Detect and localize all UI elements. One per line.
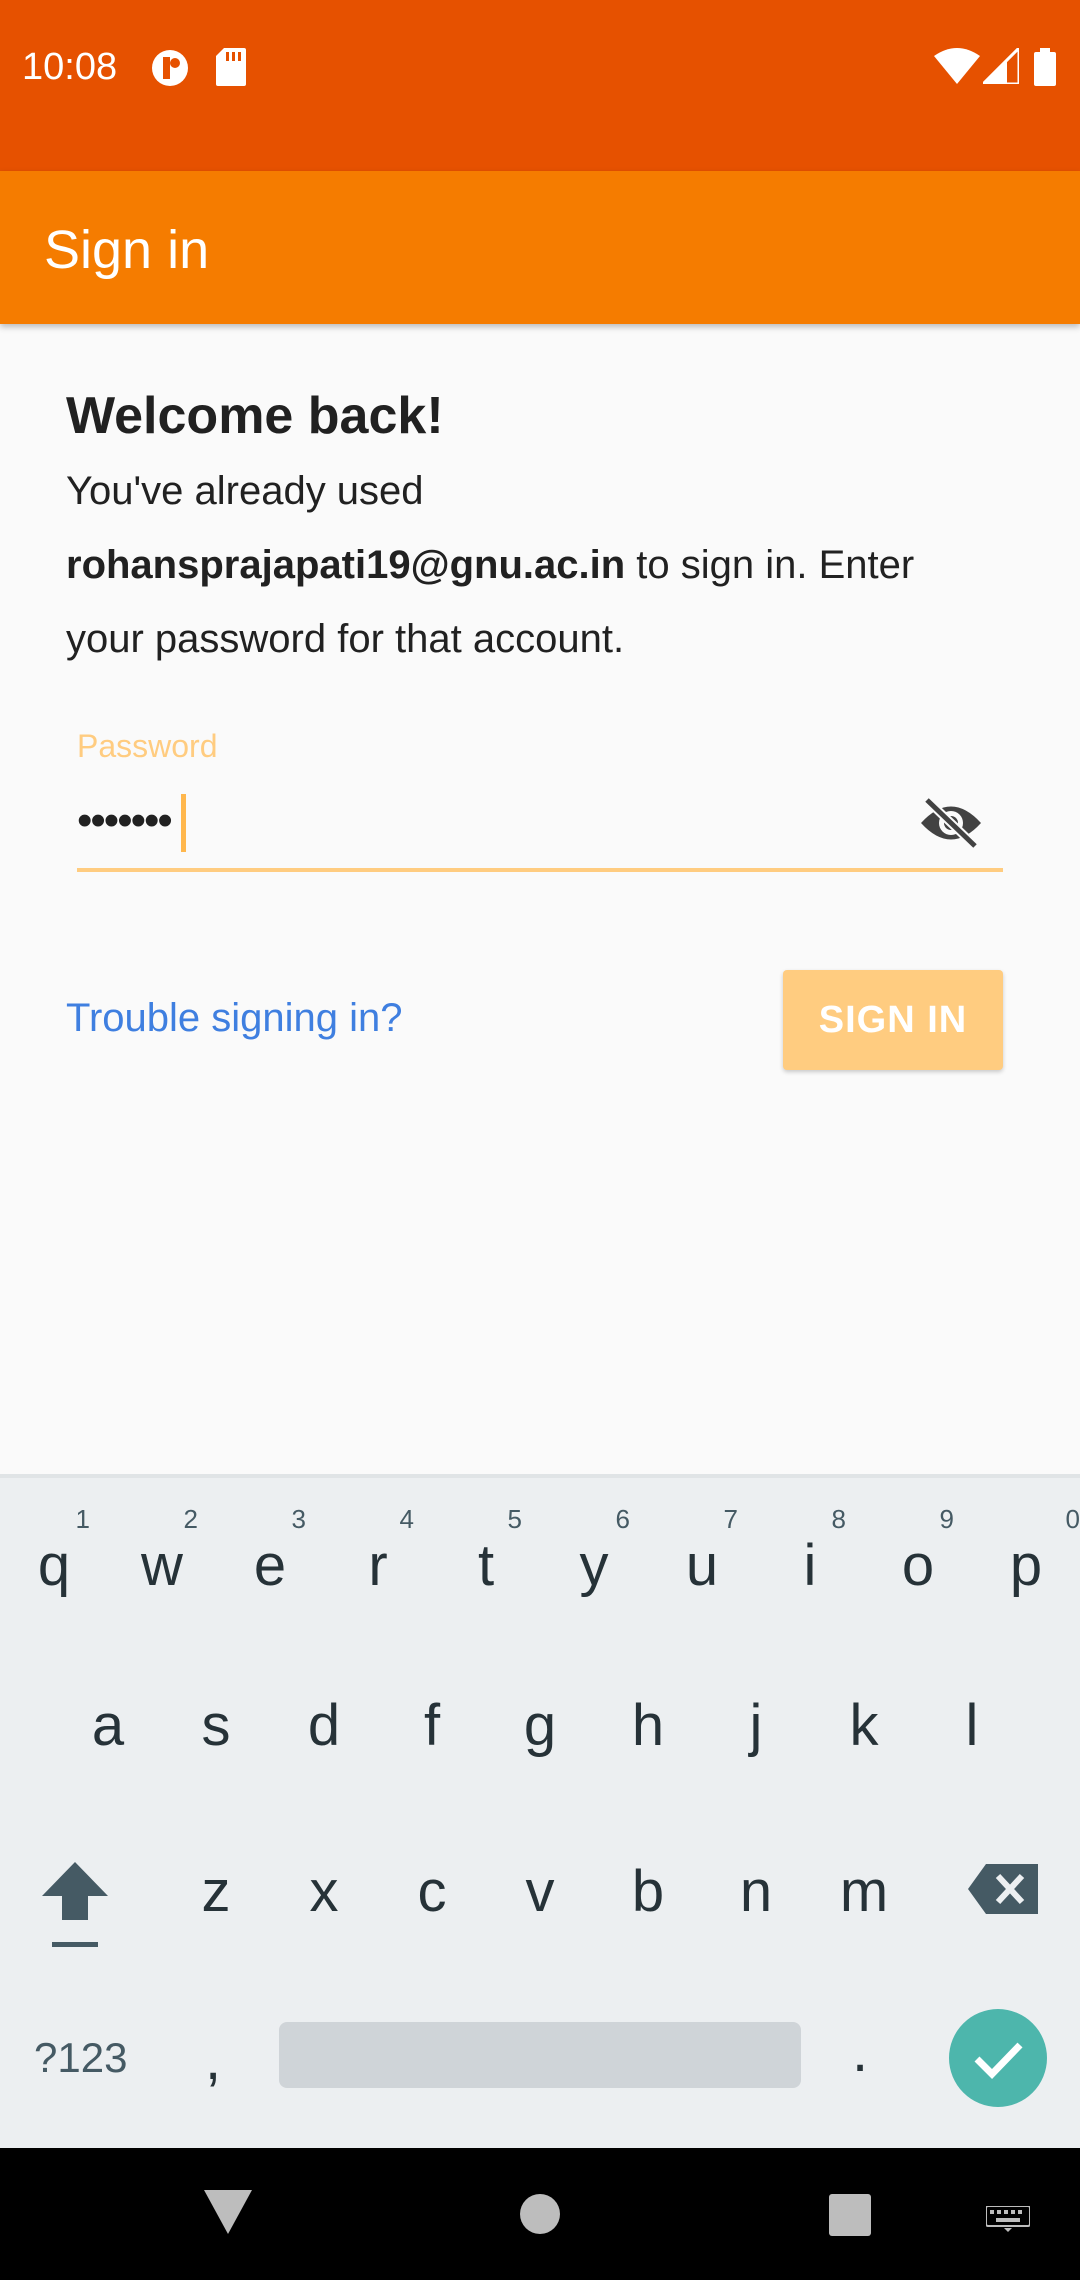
keyboard-switch-icon[interactable] [985,2205,1031,2237]
key-label: u [685,1533,719,1598]
key-d[interactable]: d [274,1692,374,1759]
welcome-heading: Welcome back! [66,387,444,445]
back-icon[interactable] [204,2190,252,2239]
key-m[interactable]: m [814,1858,914,1925]
key-hint: 4 [399,1504,414,1534]
key-label: t [477,1533,495,1598]
key-z[interactable]: z [166,1858,266,1925]
key-e[interactable]: 3e [220,1504,320,1599]
key-hint: 1 [75,1504,90,1534]
space-bar[interactable] [279,2022,801,2088]
symbols-key[interactable]: ?123 [34,2034,127,2082]
battery-icon [1034,48,1056,91]
key-hint: 8 [831,1504,846,1534]
key-label: r [368,1533,388,1598]
key-label: y [579,1533,609,1598]
key-h[interactable]: h [598,1692,698,1759]
trouble-signing-in-link[interactable]: Trouble signing in? [66,996,403,1041]
comma-key[interactable]: , [205,2026,221,2093]
key-i[interactable]: 8i [760,1504,860,1599]
key-l[interactable]: l [922,1692,1022,1759]
key-label: i [803,1533,817,1598]
app-notification-icon [150,48,190,93]
period-key[interactable]: . [852,2018,868,2085]
key-hint: 7 [723,1504,738,1534]
key-p[interactable]: 0p [976,1504,1080,1599]
key-b[interactable]: b [598,1858,698,1925]
password-field[interactable]: ••••••• [77,784,1003,872]
key-hint: 0 [1065,1504,1080,1534]
backspace-icon[interactable] [968,1864,1038,1919]
key-label: o [901,1533,935,1598]
key-x[interactable]: x [274,1858,374,1925]
key-g[interactable]: g [490,1692,590,1759]
home-icon[interactable] [520,2194,560,2239]
key-n[interactable]: n [706,1858,806,1925]
sd-card-icon [216,48,246,91]
shift-icon[interactable] [42,1862,108,1953]
key-label: w [141,1533,183,1598]
key-hint: 9 [939,1504,954,1534]
key-k[interactable]: k [814,1692,914,1759]
soft-keyboard: 1q 2w 3e 4r 5t 6y 7u 8i 9o 0p a s d f g … [0,1474,1080,2152]
welcome-message: You've already used rohansprajapati19@gn… [66,454,966,676]
key-label: p [1009,1533,1043,1598]
key-hint: 6 [615,1504,630,1534]
key-c[interactable]: c [382,1858,482,1925]
status-bar: 10:08 [0,0,1080,171]
key-s[interactable]: s [166,1692,266,1759]
navigation-bar [0,2148,1080,2280]
message-prefix: You've already used [66,469,424,513]
key-y[interactable]: 6y [544,1504,644,1599]
page-title: Sign in [44,220,210,280]
key-t[interactable]: 5t [436,1504,536,1599]
key-u[interactable]: 7u [652,1504,752,1599]
password-label: Password [77,728,218,764]
key-label: q [37,1533,71,1598]
account-email: rohansprajapati19@gnu.ac.in [66,543,626,587]
key-q[interactable]: 1q [4,1504,104,1599]
password-value[interactable]: ••••••• [77,796,173,846]
check-icon [974,2042,1023,2079]
key-o[interactable]: 9o [868,1504,968,1599]
text-cursor [181,794,186,852]
key-f[interactable]: f [382,1692,482,1759]
wifi-icon [934,48,980,89]
key-j[interactable]: j [706,1692,806,1759]
status-time: 10:08 [22,46,118,88]
sign-in-button[interactable]: SIGN IN [783,970,1003,1070]
key-w[interactable]: 2w [112,1504,212,1599]
key-a[interactable]: a [58,1692,158,1759]
visibility-off-icon[interactable] [919,796,983,850]
recents-icon[interactable] [829,2194,871,2241]
key-label: e [253,1533,287,1598]
key-r[interactable]: 4r [328,1504,428,1599]
key-hint: 3 [291,1504,306,1534]
app-bar: Sign in [0,171,1080,324]
enter-key[interactable] [949,2009,1047,2107]
signal-icon [979,44,1021,89]
key-v[interactable]: v [490,1858,590,1925]
key-hint: 2 [183,1504,198,1534]
sign-in-form: Welcome back! You've already used rohans… [0,324,1080,1474]
key-hint: 5 [507,1504,522,1534]
